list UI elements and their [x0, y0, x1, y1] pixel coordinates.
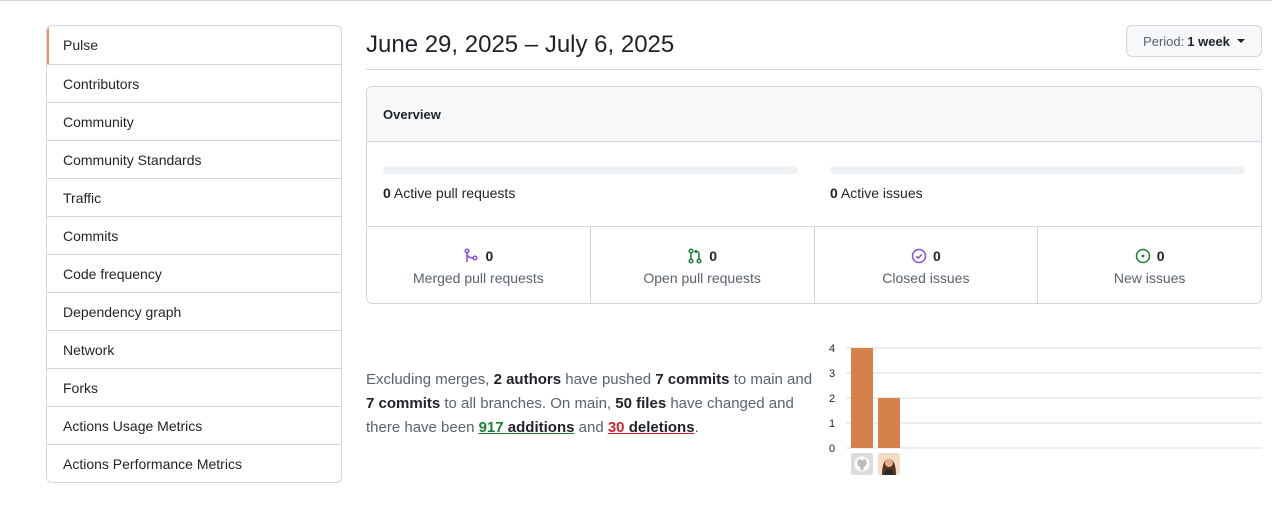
overview-title: Overview	[367, 87, 1261, 142]
closed-issues-label: Closed issues	[882, 270, 970, 286]
overview-panel: Overview 0 Active pull requests 0 Active…	[366, 86, 1262, 304]
deletions-count: 30	[607, 419, 625, 436]
additions-link[interactable]: 917 additions	[479, 419, 575, 436]
active-issues[interactable]: 0 Active issues	[830, 185, 923, 201]
commit-bar[interactable]	[851, 348, 873, 448]
issue-closed-icon	[911, 248, 927, 264]
authors-count: 2 authors	[493, 371, 562, 388]
new-issues-label: New issues	[1113, 270, 1186, 286]
active-pull-requests-count: 0	[383, 185, 391, 201]
summary-text: Excluding merges,	[366, 371, 494, 388]
author-avatar-user[interactable]	[878, 453, 900, 475]
sidebar-item-traffic[interactable]: Traffic	[47, 178, 341, 216]
active-pull-requests[interactable]: 0 Active pull requests	[383, 185, 515, 201]
additions-count: 917	[478, 419, 504, 436]
merged-pull-requests-count: 0	[485, 248, 494, 264]
commits-all-count: 7 commits	[366, 395, 441, 412]
sidebar-item-forks[interactable]: Forks	[47, 368, 341, 406]
summary-text: have pushed	[561, 371, 656, 388]
commit-summary: Excluding merges, 2 authors have pushed …	[366, 368, 816, 440]
user-avatar-icon	[878, 453, 900, 475]
sidebar-item-community[interactable]: Community	[47, 102, 341, 140]
commits-chart-svg: 0 1 2 3 4	[829, 343, 1262, 455]
caret-down-icon	[1236, 39, 1245, 43]
stat-open-pull-requests[interactable]: 0 Open pull requests	[589, 227, 814, 303]
sidebar-item-dependency-graph[interactable]: Dependency graph	[47, 292, 341, 330]
merged-pull-requests-label: Merged pull requests	[413, 270, 544, 286]
y-tick-label: 3	[829, 368, 835, 380]
insights-sidebar: Pulse Contributors Community Community Stan…	[46, 25, 342, 483]
deletions-word: deletions	[628, 419, 695, 436]
stat-merged-pull-requests[interactable]: 0 Merged pull requests	[367, 227, 590, 303]
active-issues-count: 0	[830, 185, 838, 201]
sidebar-item-community-standards[interactable]: Community Standards	[47, 140, 341, 178]
files-changed-count: 50 files	[615, 395, 667, 412]
header-divider	[366, 69, 1262, 70]
sidebar-item-code-frequency[interactable]: Code frequency	[47, 254, 341, 292]
y-tick-label: 1	[829, 418, 835, 430]
issue-opened-icon	[1135, 248, 1151, 264]
pull-requests-progress-bar	[383, 166, 798, 174]
sidebar-item-pulse[interactable]: Pulse	[47, 26, 341, 64]
sidebar-item-network[interactable]: Network	[47, 330, 341, 368]
closed-issues-count: 0	[932, 248, 941, 264]
additions-word: additions	[507, 419, 575, 436]
deletions-link[interactable]: 30 deletions	[608, 419, 695, 436]
period-value: 1 week	[1187, 33, 1230, 49]
summary-text: to all branches. On main,	[440, 395, 616, 412]
sidebar-item-actions-performance-metrics[interactable]: Actions Performance Metrics	[47, 444, 341, 482]
open-pull-requests-label: Open pull requests	[643, 270, 761, 286]
summary-text: to main and	[729, 371, 813, 388]
summary-text: .	[694, 419, 699, 436]
stat-closed-issues[interactable]: 0 Closed issues	[813, 227, 1038, 303]
active-issues-label: Active issues	[840, 185, 923, 201]
sidebar-item-contributors[interactable]: Contributors	[47, 64, 341, 102]
stat-new-issues[interactable]: 0 New issues	[1037, 227, 1261, 303]
open-pull-requests-count: 0	[709, 248, 718, 264]
y-tick-label: 4	[829, 343, 835, 355]
commits-main-count: 7 commits	[655, 371, 730, 388]
sidebar-item-commits[interactable]: Commits	[47, 216, 341, 254]
period-dropdown-button[interactable]: Period: 1 week	[1126, 25, 1262, 57]
commit-bar[interactable]	[878, 398, 900, 448]
active-pull-requests-label: Active pull requests	[393, 185, 516, 201]
commits-by-author-chart: 0 1 2 3 4	[826, 338, 1266, 478]
new-issues-count: 0	[1156, 248, 1165, 264]
period-label: Period:	[1143, 33, 1185, 49]
issues-progress-bar	[830, 166, 1245, 174]
github-mark-icon	[851, 453, 873, 475]
overview-stats: 0 Merged pull requests 0 Open pull reque…	[367, 227, 1261, 303]
top-divider	[0, 0, 1272, 1]
git-merge-icon	[463, 248, 479, 264]
summary-text: and	[574, 419, 608, 436]
author-avatar-github[interactable]	[851, 453, 873, 475]
page-title: June 29, 2025 – July 6, 2025	[366, 31, 675, 58]
y-tick-label: 0	[829, 443, 835, 455]
y-tick-label: 2	[829, 393, 835, 405]
sidebar-item-actions-usage-metrics[interactable]: Actions Usage Metrics	[47, 406, 341, 444]
git-pull-request-icon	[687, 248, 703, 264]
overview-activity: 0 Active pull requests 0 Active issues	[367, 142, 1261, 227]
